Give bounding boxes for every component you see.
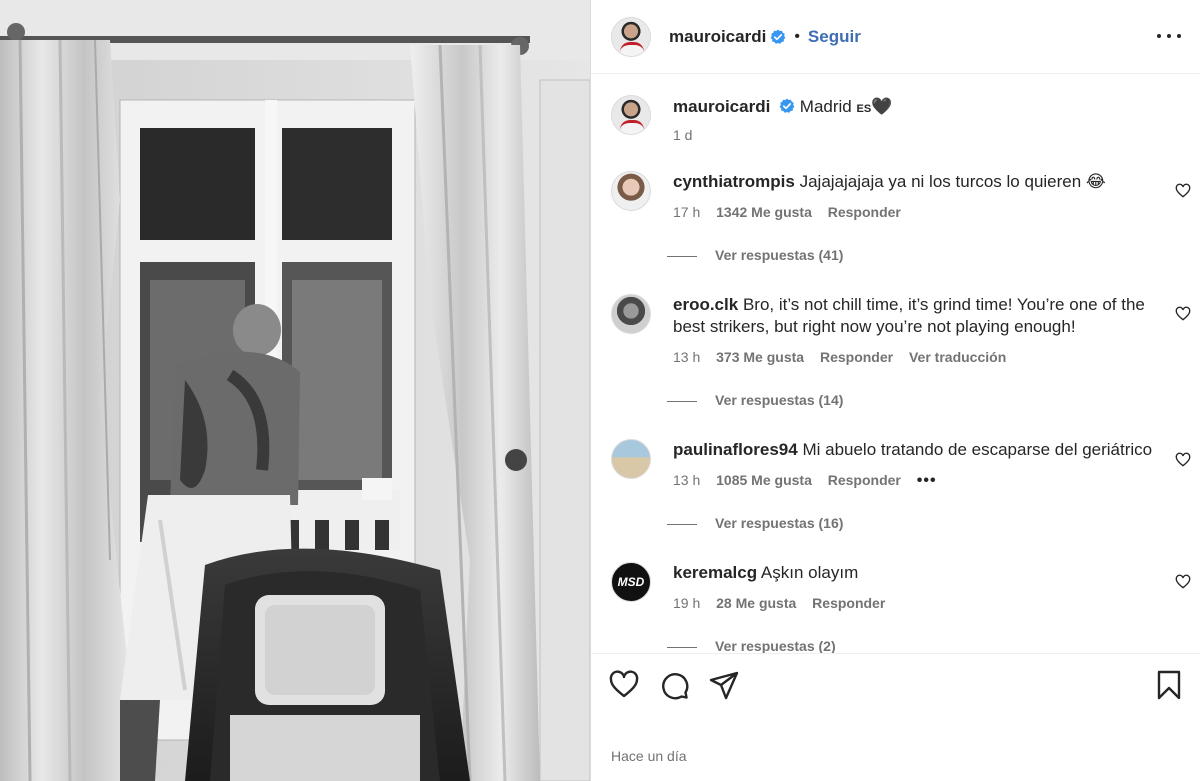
commenter-avatar[interactable] xyxy=(611,171,651,211)
comment-likes[interactable]: 28 Me gusta xyxy=(716,595,796,611)
commenter-avatar[interactable] xyxy=(611,439,651,479)
header-separator: • xyxy=(794,27,800,45)
reply-button[interactable]: Responder xyxy=(828,204,901,220)
comment-like-icon[interactable] xyxy=(1175,183,1191,199)
caption-flag: ES xyxy=(856,103,872,115)
comment-likes[interactable]: 373 Me gusta xyxy=(716,349,804,365)
comment-time[interactable]: 13 h xyxy=(673,472,700,488)
follow-button[interactable]: Seguir xyxy=(808,27,861,47)
caption-username[interactable]: mauroicardi xyxy=(673,97,770,116)
comment-likes[interactable]: 1085 Me gusta xyxy=(716,472,812,488)
comment-time[interactable]: 17 h xyxy=(673,204,700,220)
comment-text: Jajajajajaja ya ni los turcos lo quieren… xyxy=(799,172,1106,191)
instagram-post: mauroicardi • Seguir mauroicardi Madrid … xyxy=(0,0,1200,781)
author-avatar[interactable] xyxy=(611,16,651,57)
view-replies-button[interactable]: Ver respuestas (16) xyxy=(667,515,843,531)
comment-meta: 13 h 373 Me gusta Responder Ver traducci… xyxy=(673,349,1018,365)
comment-body: keremalcg Aşkın olayım xyxy=(673,562,1153,584)
heart-icon[interactable] xyxy=(608,669,640,701)
commenter-avatar[interactable]: MSD xyxy=(611,562,651,602)
comment-text: Aşkın olayım xyxy=(760,563,859,582)
comment-icon[interactable] xyxy=(658,669,690,701)
view-replies-button[interactable]: Ver respuestas (2) xyxy=(667,638,836,653)
comment-likes[interactable]: 1342 Me gusta xyxy=(716,204,812,220)
commenter-username[interactable]: keremalcg xyxy=(673,563,757,582)
commenter-avatar[interactable] xyxy=(611,294,651,334)
post-side-panel: mauroicardi • Seguir mauroicardi Madrid … xyxy=(590,0,1200,781)
caption-line: mauroicardi Madrid ES🖤 xyxy=(673,97,892,117)
verified-badge-icon xyxy=(770,29,786,44)
view-replies-label: Ver respuestas (14) xyxy=(715,392,844,408)
comment-meta: 17 h 1342 Me gusta Responder xyxy=(673,204,913,220)
post-photo[interactable] xyxy=(0,0,590,781)
comment-like-icon[interactable] xyxy=(1175,452,1191,468)
caption-avatar[interactable] xyxy=(611,95,651,135)
commenter-username[interactable]: paulinaflores94 xyxy=(673,440,798,459)
post-actions: Hace un día xyxy=(591,653,1200,781)
more-options-icon[interactable] xyxy=(1157,26,1181,46)
comments-list[interactable]: mauroicardi Madrid ES🖤 1 d cynthiatrompi… xyxy=(591,75,1200,653)
commenter-avatar-text: MSD xyxy=(617,575,645,589)
reply-button[interactable]: Responder xyxy=(812,595,885,611)
comment-body: eroo.clk Bro, it’s not chill time, it’s … xyxy=(673,294,1153,338)
comment-like-icon[interactable] xyxy=(1175,306,1191,322)
comment-meta: 13 h 1085 Me gusta Responder ••• xyxy=(673,472,949,490)
comment-options-icon[interactable]: ••• xyxy=(917,472,937,489)
translate-button[interactable]: Ver traducción xyxy=(909,349,1006,365)
commenter-username[interactable]: eroo.clk xyxy=(673,295,738,314)
caption-emoji: 🖤 xyxy=(871,97,893,116)
comment-time[interactable]: 13 h xyxy=(673,349,700,365)
comment-meta: 19 h 28 Me gusta Responder xyxy=(673,595,897,611)
post-date[interactable]: Hace un día xyxy=(611,748,687,764)
verified-badge-icon xyxy=(779,98,795,113)
comment-text: Mi abuelo tratando de escaparse del geri… xyxy=(802,440,1153,459)
reply-button[interactable]: Responder xyxy=(820,349,893,365)
caption-text: Madrid xyxy=(799,97,852,116)
view-replies-label: Ver respuestas (16) xyxy=(715,515,844,531)
share-icon[interactable] xyxy=(708,669,740,701)
post-header: mauroicardi • Seguir xyxy=(591,0,1200,74)
commenter-username[interactable]: cynthiatrompis xyxy=(673,172,795,191)
author-username[interactable]: mauroicardi xyxy=(669,27,766,47)
view-replies-label: Ver respuestas (2) xyxy=(715,638,836,653)
view-replies-button[interactable]: Ver respuestas (14) xyxy=(667,392,843,408)
view-replies-label: Ver respuestas (41) xyxy=(715,247,844,263)
comment-time[interactable]: 19 h xyxy=(673,595,700,611)
caption-time[interactable]: 1 d xyxy=(673,127,692,143)
comment-text: Bro, it’s not chill time, it’s grind tim… xyxy=(673,295,1145,336)
post-photo-illustration xyxy=(0,0,590,781)
comment-body: paulinaflores94 Mi abuelo tratando de es… xyxy=(673,439,1173,461)
comment-body: cynthiatrompis Jajajajajaja ya ni los tu… xyxy=(673,171,1153,193)
bookmark-icon[interactable] xyxy=(1153,669,1185,701)
reply-button[interactable]: Responder xyxy=(828,472,901,488)
view-replies-button[interactable]: Ver respuestas (41) xyxy=(667,247,843,263)
comment-like-icon[interactable] xyxy=(1175,574,1191,590)
